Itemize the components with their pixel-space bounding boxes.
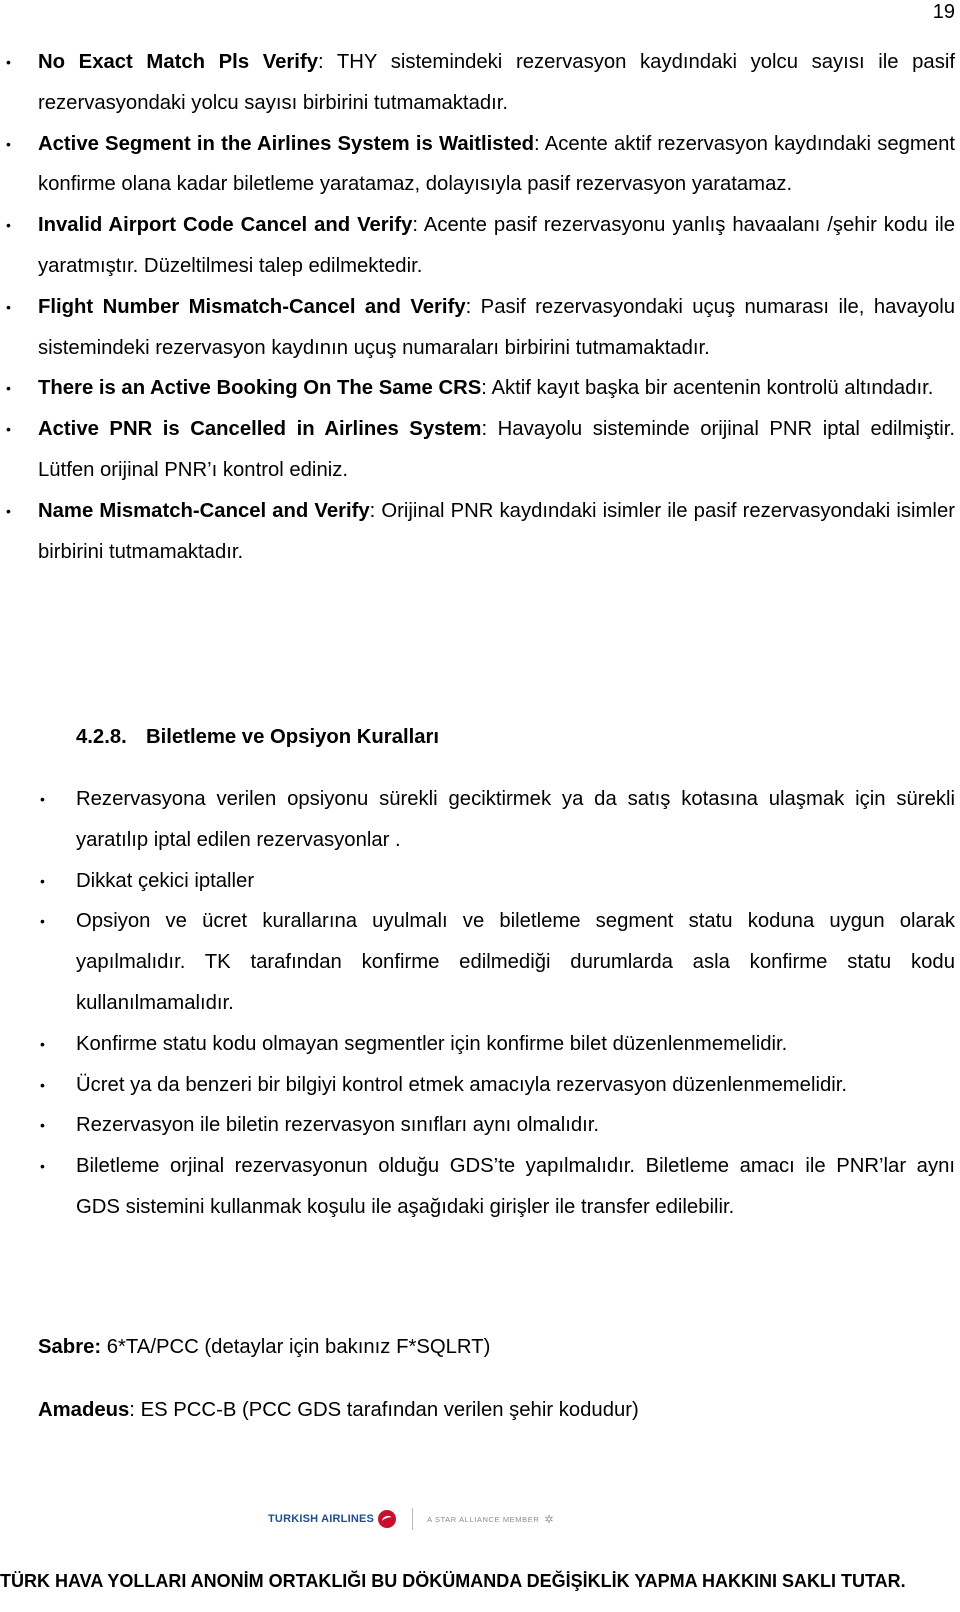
error-term: Invalid Airport Code Cancel and Verify [38, 214, 413, 237]
star-alliance-icon: ✲ [544, 1513, 554, 1526]
bullet-icon: • [40, 1117, 45, 1134]
footer-notice: TÜRK HAVA YOLLARI ANONİM ORTAKLIĞI BU DÖ… [0, 1571, 906, 1591]
bullet-icon: • [6, 380, 11, 397]
error-term: Flight Number Mismatch-Cancel and Verify [38, 295, 466, 318]
list-item: • Invalid Airport Code Cancel and Verify:… [6, 205, 955, 287]
bullet-icon: • [40, 791, 45, 807]
list-item: • Rezervasyona verilen opsiyonu sürekli g… [40, 779, 955, 861]
sabre-command: 6*TA/PCC (detaylar için bakınız F*SQLRT) [101, 1336, 491, 1358]
brand-name: TURKISH AIRLINES [268, 1513, 375, 1525]
bullet-icon: • [40, 1035, 45, 1052]
section-number: 4.2.8. [76, 726, 127, 748]
bullet-icon: • [6, 217, 11, 234]
rule-text: Rezervasyona verilen opsiyonu sürekli ge… [76, 788, 955, 851]
bullet-icon: • [40, 1076, 45, 1093]
bullet-icon: • [6, 421, 11, 438]
bullet-icon: • [6, 54, 11, 70]
section-title: Biletleme ve Opsiyon Kuralları [146, 726, 440, 748]
amadeus-label: Amadeus [38, 1399, 130, 1421]
bullet-icon: • [40, 913, 45, 930]
error-term: Active PNR is Cancelled in Airlines Syst… [38, 418, 482, 441]
error-description: : Aktif kayıt başka bir acentenin kontro… [481, 377, 934, 400]
list-item: • Opsiyon ve ücret kurallarına uyulmalı v… [40, 901, 955, 1023]
logo-divider [412, 1508, 414, 1530]
list-item: • Ücret ya da benzeri bir bilgiyi kontrol… [40, 1065, 955, 1106]
list-item: • Dikkat çekici iptaller [40, 861, 955, 902]
list-item: • Active PNR is Cancelled in Airlines Sys… [6, 409, 955, 491]
error-term: There is an Active Booking On The Same C… [38, 377, 482, 400]
bullet-icon: • [6, 135, 11, 152]
error-term: Name Mismatch-Cancel and Verify [38, 499, 370, 522]
list-item: • Flight Number Mismatch-Cancel and Verif… [6, 287, 955, 369]
page-number: 19 [932, 1, 955, 23]
rule-text: Ücret ya da benzeri bir bilgiyi kontrol … [76, 1073, 848, 1096]
list-item: • Konfirme statu kodu olmayan segmentler … [40, 1024, 955, 1065]
section-heading: 4.2.8. Biletleme ve Opsiyon Kuralları [76, 724, 439, 750]
bullet-icon: • [40, 1158, 45, 1175]
bullet-icon: • [6, 502, 11, 519]
sabre-entry: Sabre: 6*TA/PCC (detaylar için bakınız F… [38, 1334, 490, 1360]
list-item: • Rezervasyon ile biletin rezervasyon sın… [40, 1105, 955, 1146]
alliance-text: A STAR ALLIANCE MEMBER [427, 1514, 540, 1524]
rule-text: Biletleme orjinal rezervasyonun olduğu G… [76, 1155, 955, 1218]
amadeus-entry: Amadeus: ES PCC-B (PCC GDS tarafından ve… [38, 1397, 639, 1423]
turkish-airlines-logo: TURKISH AIRLINES A STAR ALLIANCE MEMBER … [268, 1506, 554, 1532]
rule-text: Rezervasyon ile biletin rezervasyon sını… [76, 1114, 600, 1137]
airline-emblem-icon [378, 1510, 397, 1528]
error-message-list: • No Exact Match Pls Verify: THY sistemin… [6, 42, 955, 573]
list-item: • No Exact Match Pls Verify: THY sistemin… [6, 42, 955, 124]
error-term: Active Segment in the Airlines System is… [38, 132, 534, 155]
rule-text: Konfirme statu kodu olmayan segmentler i… [76, 1032, 788, 1055]
list-item: • Name Mismatch-Cancel and Verify: Orijin… [6, 491, 955, 573]
ticketing-rules-list: • Rezervasyona verilen opsiyonu sürekli g… [40, 779, 955, 1228]
rule-text: Dikkat çekici iptaller [76, 869, 255, 892]
sabre-label: Sabre: [38, 1336, 102, 1358]
list-item: • Active Segment in the Airlines System i… [6, 124, 955, 206]
bullet-icon: • [6, 298, 11, 315]
bullet-icon: • [40, 872, 45, 889]
amadeus-command: : ES PCC-B (PCC GDS tarafından verilen ş… [129, 1399, 639, 1421]
error-term: No Exact Match Pls Verify [38, 51, 318, 73]
rule-text: Opsiyon ve ücret kurallarına uyulmalı ve… [76, 910, 955, 1014]
list-item: • There is an Active Booking On The Same … [6, 368, 955, 409]
list-item: • Biletleme orjinal rezervasyonun olduğu … [40, 1146, 955, 1228]
